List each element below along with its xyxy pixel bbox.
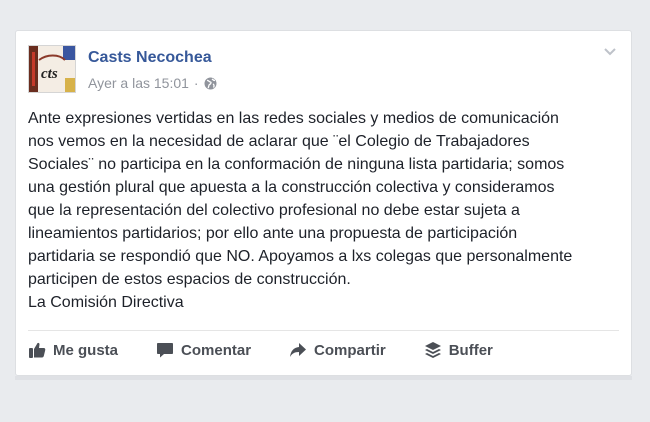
buffer-button[interactable]: Buffer (424, 341, 493, 359)
share-label: Compartir (314, 341, 386, 359)
post-author[interactable]: Casts Necochea (88, 49, 212, 67)
post-signature: La Comisión Directiva (28, 294, 184, 311)
post-meta: Ayer a las 15:01 · (88, 75, 217, 91)
avatar-text: cts (41, 66, 58, 82)
buffer-label: Buffer (448, 341, 493, 359)
meta-separator: · (193, 75, 199, 91)
chevron-down-icon[interactable] (603, 47, 617, 57)
avatar-logo-icon: cts (29, 46, 75, 92)
post-body-text: Ante expresiones vertidas en las redes s… (28, 110, 573, 288)
buffer-stack-icon (424, 342, 441, 358)
actions-divider (28, 330, 619, 331)
card-bottom-shadow (15, 376, 632, 380)
post-body: Ante expresiones vertidas en las redes s… (28, 107, 624, 314)
post-timestamp[interactable]: Ayer a las 15:01 (88, 75, 189, 91)
post-actions: Me gusta Comentar Compartir Buffer (28, 339, 531, 361)
comment-label: Comentar (181, 341, 252, 359)
comment-button[interactable]: Comentar (156, 341, 251, 359)
like-label: Me gusta (53, 341, 119, 359)
share-button[interactable]: Compartir (289, 341, 386, 359)
globe-icon[interactable] (204, 77, 217, 90)
like-button[interactable]: Me gusta (28, 341, 118, 359)
avatar[interactable]: cts (28, 45, 76, 93)
thumbs-up-icon (29, 342, 46, 358)
share-arrow-icon (290, 343, 307, 357)
comment-icon (157, 343, 174, 358)
post-card: cts Casts Necochea Ayer a las 15:01 · An… (15, 30, 632, 376)
